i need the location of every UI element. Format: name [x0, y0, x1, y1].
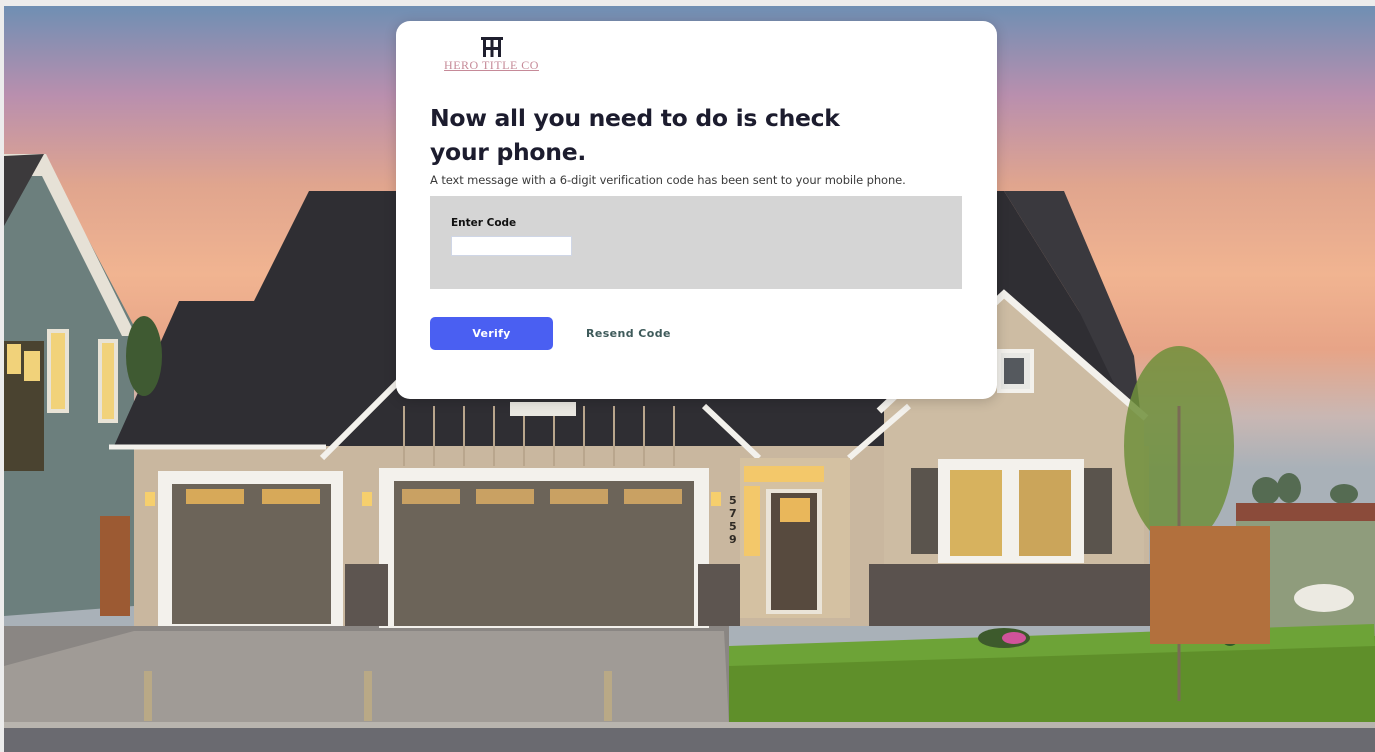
logo-monogram-icon [480, 37, 503, 57]
logo-wordmark: HERO TITLE CO [444, 58, 539, 72]
svg-text:5: 5 [729, 494, 737, 507]
page-title: Now all you need to do is check your pho… [430, 104, 840, 166]
svg-text:7: 7 [729, 507, 737, 520]
page-subtitle: A text message with a 6-digit verificati… [430, 173, 906, 187]
svg-text:9: 9 [729, 533, 737, 546]
svg-text:5: 5 [729, 520, 737, 533]
verification-code-input[interactable] [451, 236, 572, 256]
verify-button[interactable]: Verify [430, 317, 553, 350]
company-logo: HERO TITLE CO [440, 36, 543, 80]
code-field-label: Enter Code [451, 217, 517, 229]
resend-code-button[interactable]: Resend Code [586, 325, 671, 342]
